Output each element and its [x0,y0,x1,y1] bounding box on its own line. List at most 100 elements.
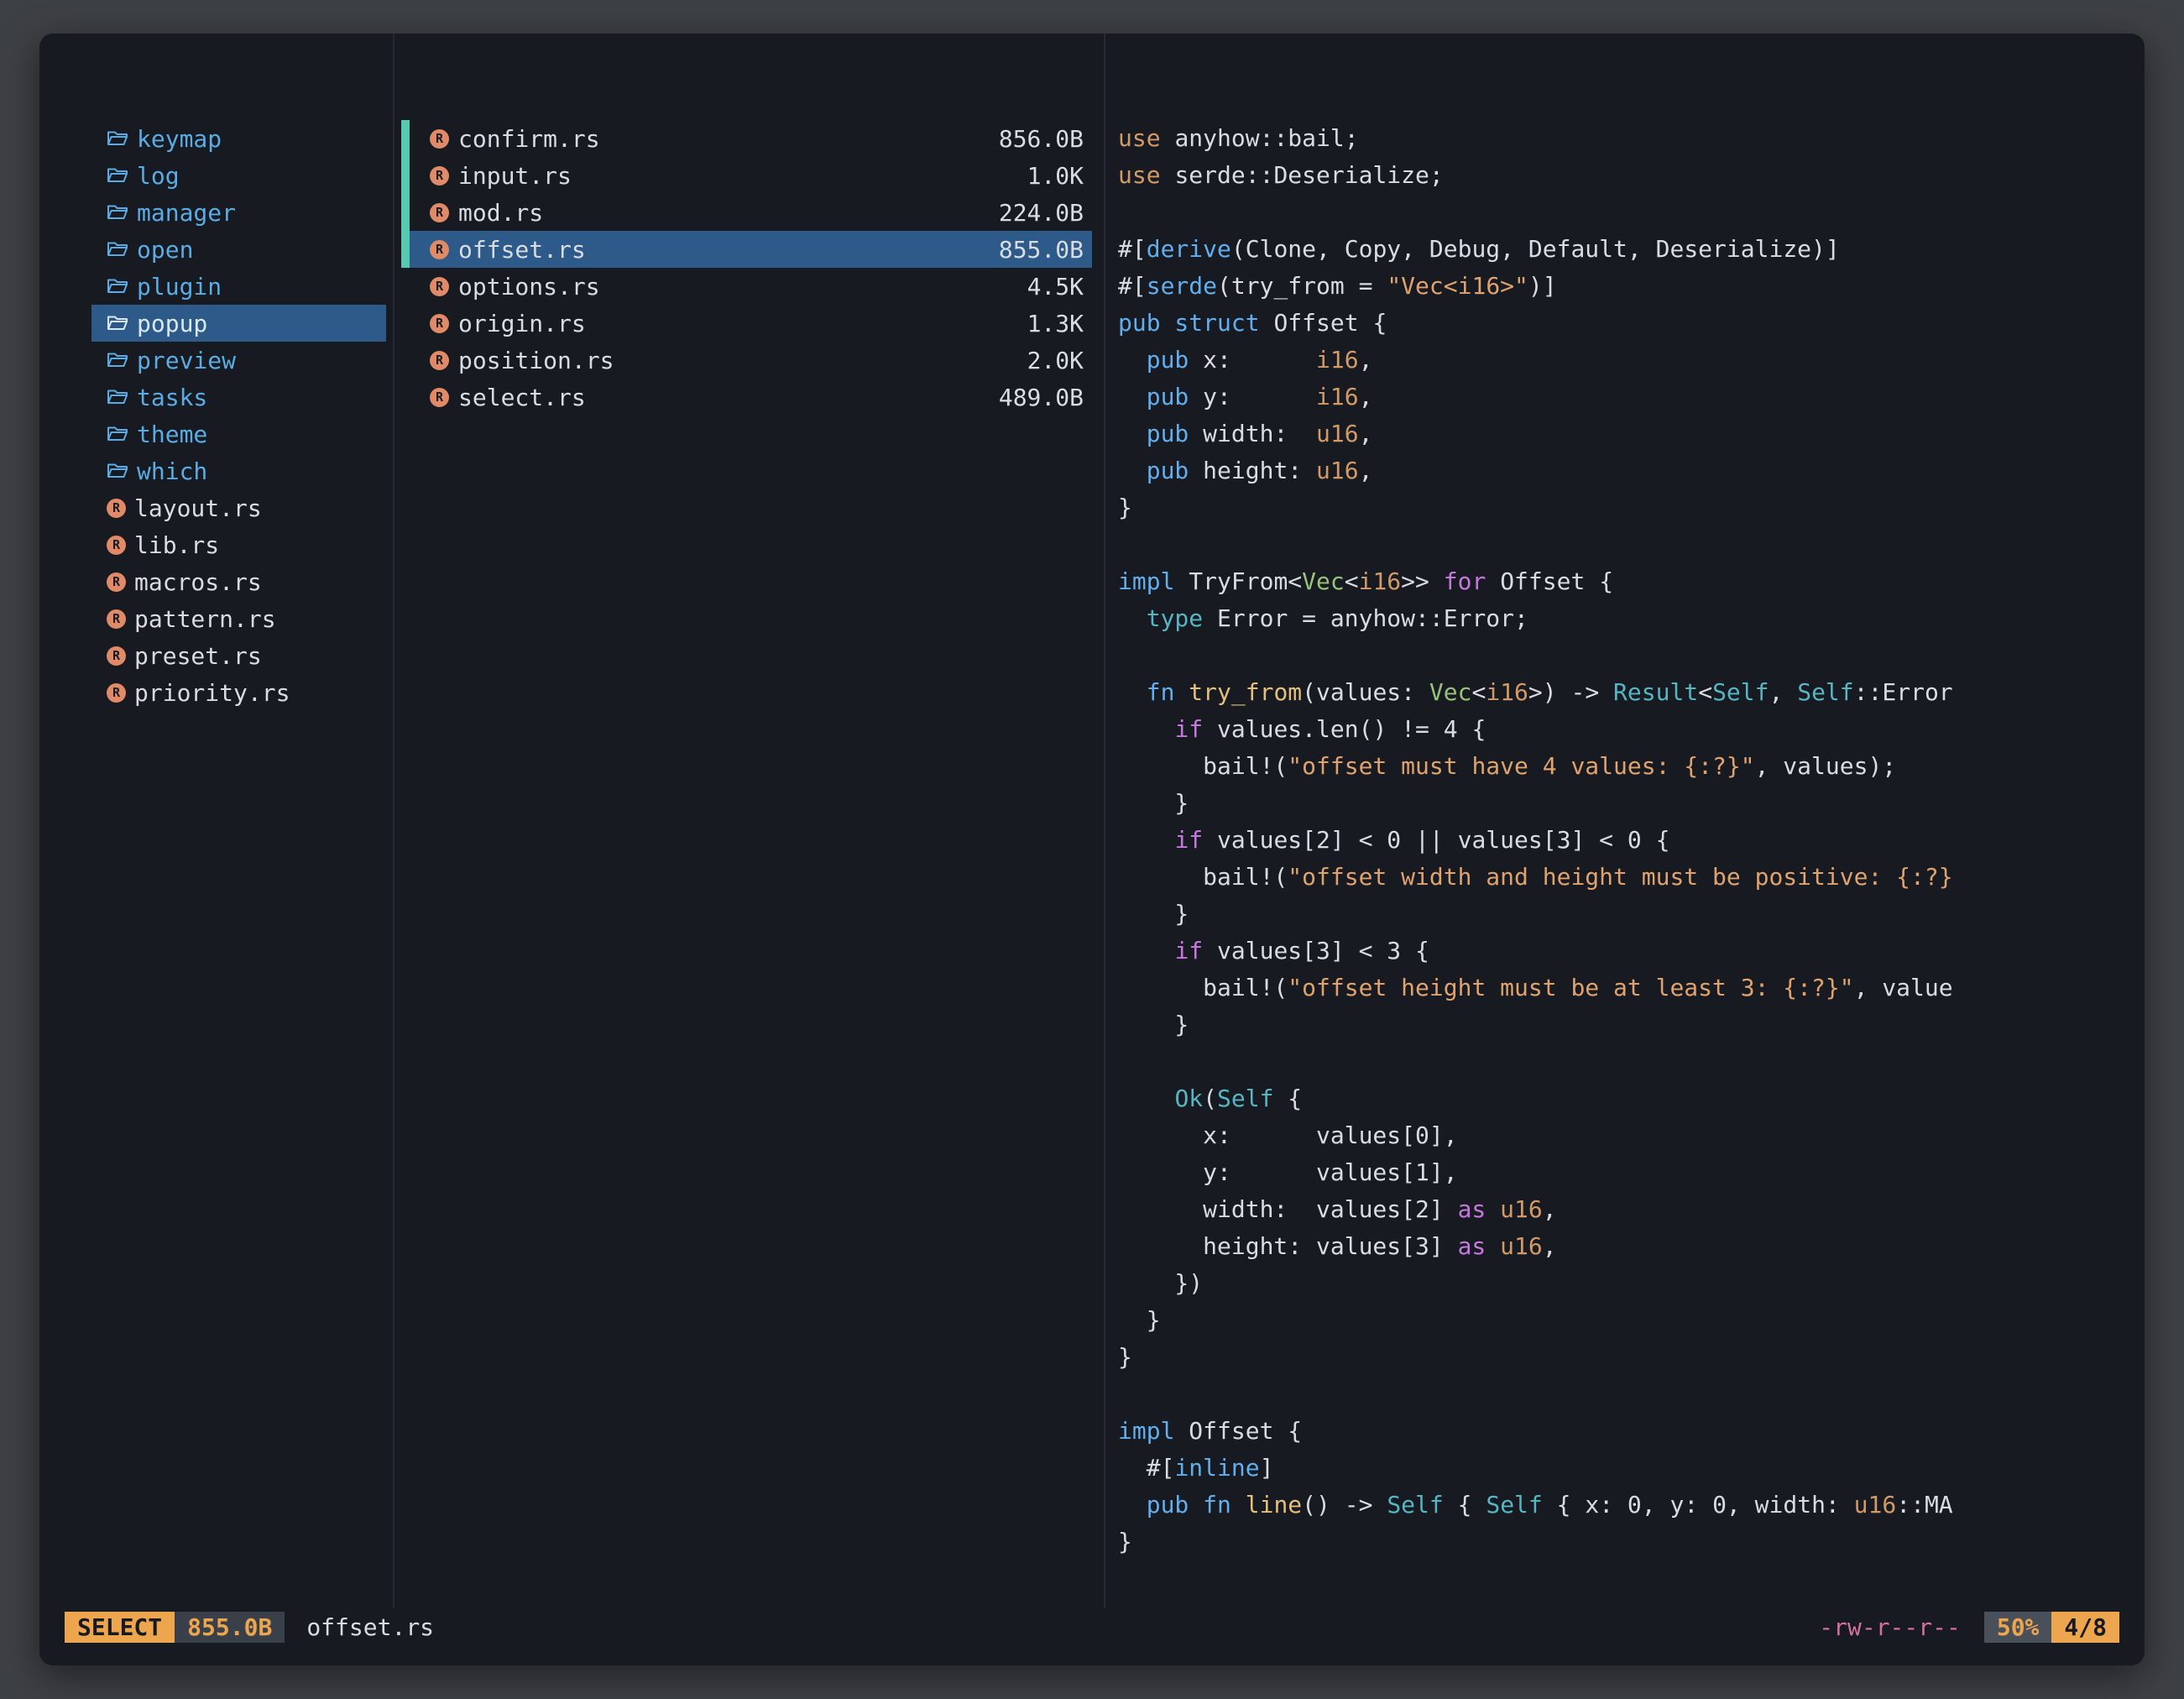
code-line: x: values[0], [1118,1117,2145,1154]
sidebar-item-priority-rs[interactable]: R priority.rs [91,674,386,711]
file-name: position.rs [458,347,614,374]
scroll-percent-badge: 50% [1984,1612,2052,1643]
code-preview-pane[interactable]: use anyhow::bail;use serde::Deserialize;… [1105,34,2145,1608]
sidebar-item-label: plugin [137,273,222,301]
sidebar-item-label: log [137,162,180,190]
code-line [1118,526,2145,563]
code-line: impl Offset { [1118,1413,2145,1450]
sidebar-item-label: theme [137,421,207,448]
sidebar-item-label: preview [137,347,236,374]
sidebar: keymap log manager open [39,34,394,1608]
file-row-origin-rs[interactable]: R origin.rs 1.3K [394,305,1104,342]
sidebar-item-manager[interactable]: manager [91,194,386,231]
file-list: R confirm.rs 856.0B R input.rs 1.0K R mo… [394,34,1105,1608]
sidebar-item-label: macros.rs [134,568,262,596]
code-line: }) [1118,1265,2145,1302]
file-row-mod-rs[interactable]: R mod.rs 224.0B [394,194,1104,231]
rust-file-icon: R [107,646,126,666]
file-row-content: R options.rs 4.5K [410,268,1092,305]
file-row-content: R confirm.rs 856.0B [410,120,1092,157]
sidebar-item-tasks[interactable]: tasks [91,379,386,416]
sidebar-item-label: open [137,236,193,264]
file-size: 855.0B [999,236,1084,264]
code-line [1118,1376,2145,1413]
status-bar: SELECT 855.0B offset.rs -rw-r--r-- 50% 4… [65,1608,2119,1645]
code-line: } [1118,1339,2145,1376]
sidebar-item-label: popup [137,310,207,337]
main-area: keymap log manager open [39,34,2145,1608]
code-line: height: values[3] as u16, [1118,1228,2145,1265]
folder-open-icon [107,240,128,259]
marked-indicator [401,268,410,305]
folder-open-icon [107,388,128,406]
file-name: options.rs [458,273,600,301]
file-size: 489.0B [999,384,1084,411]
code-line: pub struct Offset { [1118,305,2145,342]
mode-badge: SELECT [65,1612,175,1643]
rust-file-icon: R [107,536,126,555]
code-line: bail!("offset must have 4 values: {:?}",… [1118,748,2145,785]
sidebar-item-which[interactable]: which [91,452,386,489]
file-row-offset-rs[interactable]: R offset.rs 855.0B [394,231,1104,268]
code-line: } [1118,785,2145,822]
rust-file-icon: R [107,609,126,629]
sidebar-item-plugin[interactable]: plugin [91,268,386,305]
code-line: pub fn line() -> Self { Self { x: 0, y: … [1118,1487,2145,1524]
file-row-content: R mod.rs 224.0B [410,194,1092,231]
folder-open-icon [107,203,128,222]
file-row-select-rs[interactable]: R select.rs 489.0B [394,379,1104,416]
file-row-options-rs[interactable]: R options.rs 4.5K [394,268,1104,305]
marked-indicator [401,342,410,379]
folder-open-icon [107,166,128,185]
file-row-input-rs[interactable]: R input.rs 1.0K [394,157,1104,194]
sidebar-item-theme[interactable]: theme [91,416,386,452]
code-line: if values[2] < 0 || values[3] < 0 { [1118,822,2145,859]
code-line: if values.len() != 4 { [1118,711,2145,748]
sidebar-item-popup[interactable]: popup [91,305,386,342]
code-line: } [1118,1006,2145,1043]
marked-indicator [401,120,410,157]
sidebar-item-lib-rs[interactable]: R lib.rs [91,526,386,563]
sidebar-item-macros-rs[interactable]: R macros.rs [91,563,386,600]
code-line: width: values[2] as u16, [1118,1191,2145,1228]
sidebar-item-preset-rs[interactable]: R preset.rs [91,637,386,674]
rust-file-icon: R [430,240,449,259]
file-row-position-rs[interactable]: R position.rs 2.0K [394,342,1104,379]
code-line: pub height: u16, [1118,452,2145,489]
folder-open-icon [107,314,128,332]
file-name: select.rs [458,384,586,411]
folder-open-icon [107,462,128,480]
rust-file-icon: R [430,314,449,333]
code-line: #[inline] [1118,1450,2145,1487]
sidebar-item-log[interactable]: log [91,157,386,194]
sidebar-item-pattern-rs[interactable]: R pattern.rs [91,600,386,637]
file-row-content: R position.rs 2.0K [410,342,1092,379]
sidebar-item-label: manager [137,199,236,227]
code-line: use serde::Deserialize; [1118,157,2145,194]
code-line: pub x: i16, [1118,342,2145,379]
file-size: 4.5K [1027,273,1084,301]
file-name: input.rs [458,162,572,190]
sidebar-item-label: layout.rs [134,494,262,522]
code-line: pub y: i16, [1118,379,2145,416]
sidebar-item-open[interactable]: open [91,231,386,268]
file-row-content: R offset.rs 855.0B [410,231,1092,268]
sidebar-item-keymap[interactable]: keymap [91,120,386,157]
code-line: use anyhow::bail; [1118,120,2145,157]
file-row-content: R select.rs 489.0B [410,379,1092,416]
code-line: #[serde(try_from = "Vec<i16>")] [1118,268,2145,305]
sidebar-item-layout-rs[interactable]: R layout.rs [91,489,386,526]
sidebar-item-label: which [137,457,207,485]
code-line [1118,194,2145,231]
file-row-confirm-rs[interactable]: R confirm.rs 856.0B [394,120,1104,157]
file-size: 1.3K [1027,310,1084,337]
folder-open-icon [107,425,128,443]
code-line: fn try_from(values: Vec<i16>) -> Result<… [1118,674,2145,711]
sidebar-item-label: preset.rs [134,642,262,670]
code-line: } [1118,489,2145,526]
rust-file-icon: R [430,166,449,186]
rust-file-icon: R [107,572,126,592]
file-row-content: R origin.rs 1.3K [410,305,1092,342]
code-line: } [1118,896,2145,933]
sidebar-item-preview[interactable]: preview [91,342,386,379]
